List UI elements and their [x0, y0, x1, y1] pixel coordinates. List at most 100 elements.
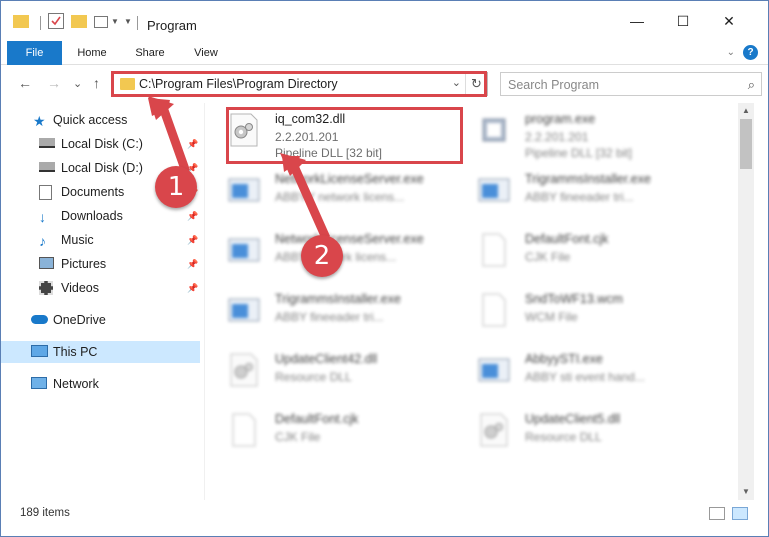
sidebar-item-quick-access[interactable]: ★ Quick access — [1, 109, 201, 131]
cloud-icon — [31, 315, 48, 324]
file-name: AbbyySTI.exe — [525, 352, 603, 366]
help-icon[interactable]: ? — [743, 45, 758, 60]
file-description: ABBY sti event hand... — [525, 370, 645, 384]
file-description: Pipeline DLL [32 bit] — [525, 146, 632, 160]
divider — [40, 16, 41, 30]
sidebar-item-label: Local Disk (C:) — [61, 137, 143, 151]
scroll-thumb[interactable] — [740, 119, 752, 169]
properties-icon[interactable] — [48, 13, 64, 29]
close-button[interactable]: ✕ — [706, 7, 752, 35]
file-description: CJK File — [525, 250, 571, 264]
sidebar-item-label: Documents — [61, 185, 125, 199]
sidebar-item-label: Network — [53, 377, 99, 391]
sidebar-item-label: Downloads — [61, 209, 123, 223]
folder-icon — [13, 15, 29, 28]
sidebar-item-onedrive[interactable]: OneDrive — [1, 309, 201, 331]
pin-icon[interactable]: 📌 — [187, 283, 198, 294]
sidebar-item-local-disk-c[interactable]: Local Disk (C:) 📌 — [1, 133, 201, 155]
network-icon — [31, 377, 47, 389]
file-name: program.exe — [525, 112, 596, 126]
app-window-icon — [228, 178, 260, 202]
tab-file[interactable]: File — [7, 41, 62, 65]
scroll-down-arrow[interactable]: ▼ — [738, 484, 754, 500]
exe-icon — [482, 118, 506, 142]
pin-icon[interactable]: 📌 — [187, 259, 198, 270]
back-button[interactable]: ← — [18, 75, 32, 91]
sidebar-item-label: Music — [61, 233, 94, 247]
new-folder-icon[interactable] — [71, 15, 87, 28]
file-item-sndtowf13-wcm[interactable]: SndToWF13.wcm WCM File — [455, 283, 705, 339]
step-2-badge: 2 — [301, 235, 343, 277]
tab-view[interactable]: View — [181, 41, 231, 65]
drive-icon — [39, 138, 55, 148]
pin-icon[interactable]: 📌 — [187, 235, 198, 246]
file-item-trigrammsinstaller-exe[interactable]: TrigrammsInstaller.exe ABBY fineeader tr… — [205, 283, 455, 339]
pin-icon[interactable]: 📌 — [187, 139, 198, 150]
navigation-pane: ★ Quick access Local Disk (C:) 📌 Local D… — [1, 103, 205, 500]
dll-gear-icon — [480, 413, 508, 447]
sidebar-item-label: Quick access — [53, 113, 128, 127]
file-name: NetworkLicenseServer.exe — [275, 232, 424, 246]
recent-locations-button[interactable]: ⌄ — [73, 77, 82, 90]
sidebar-item-music[interactable]: ♪ Music 📌 — [1, 229, 201, 251]
music-icon: ♪ — [39, 233, 46, 249]
file-description: WCM File — [525, 310, 578, 324]
file-name: TrigrammsInstaller.exe — [275, 292, 401, 306]
file-name: DefaultFont.cjk — [275, 412, 359, 426]
file-item-abbyysti-exe[interactable]: AbbyySTI.exe ABBY sti event hand... — [455, 343, 705, 399]
app-window-icon — [478, 358, 510, 382]
tab-share[interactable]: Share — [123, 41, 177, 65]
file-description: Resource DLL — [525, 430, 602, 444]
app-window-icon — [228, 238, 260, 262]
customize-toolbar-icon[interactable] — [94, 16, 108, 28]
sidebar-item-label: Local Disk (D:) — [61, 161, 143, 175]
tab-home[interactable]: Home — [67, 41, 117, 65]
sidebar-item-label: OneDrive — [53, 313, 106, 327]
computer-icon — [31, 345, 48, 357]
up-button[interactable]: ↑ — [93, 75, 100, 91]
file-description: ABBY fineeader tri... — [525, 190, 634, 204]
app-window-icon — [228, 298, 260, 322]
forward-button[interactable]: → — [47, 75, 61, 91]
file-item-updateclient42-dll[interactable]: UpdateClient42.dll Resource DLL — [205, 343, 455, 399]
sidebar-item-pictures[interactable]: Pictures 📌 — [1, 253, 201, 275]
file-item-updateclient5-dll[interactable]: UpdateClient5.dll Resource DLL — [455, 403, 705, 459]
videos-icon — [39, 281, 53, 295]
large-icons-view-button[interactable] — [732, 507, 748, 520]
window-title: Program — [147, 18, 197, 33]
ribbon-tabs: File Home Share View ⌄ ? — [1, 41, 768, 65]
file-item-program-exe[interactable]: program.exe 2.2.201.201 Pipeline DLL [32… — [455, 103, 705, 160]
file-item-defaultfont-cjk[interactable]: DefaultFont.cjk CJK File — [455, 223, 705, 279]
file-description: Resource DLL — [275, 370, 352, 384]
expand-ribbon-icon[interactable]: ⌄ — [727, 47, 735, 58]
app-window-icon — [478, 178, 510, 202]
search-icon[interactable]: ⌕ — [748, 77, 755, 93]
sidebar-item-videos[interactable]: Videos 📌 — [1, 277, 201, 299]
star-icon: ★ — [33, 113, 46, 129]
sidebar-item-downloads[interactable]: ↓ Downloads 📌 — [1, 205, 201, 227]
scroll-up-arrow[interactable]: ▲ — [738, 103, 754, 119]
explorer-window: ▼ ▼ Program — ☐ ✕ File Home Share View ⌄… — [0, 0, 769, 537]
file-item-trigrammsinstaller-exe[interactable]: TrigrammsInstaller.exe ABBY fineeader tr… — [455, 163, 705, 219]
file-description: ABBY fineeader tri... — [275, 310, 384, 324]
search-box[interactable]: Search Program ⌕ — [500, 72, 762, 96]
maximize-button[interactable]: ☐ — [660, 7, 706, 35]
search-input[interactable]: Search Program — [508, 78, 599, 92]
file-item-networklicenseserver-exe[interactable]: NetworkLicenseServer.exe ABBYY network l… — [205, 163, 455, 219]
sidebar-item-network[interactable]: Network — [1, 373, 201, 395]
download-icon: ↓ — [39, 209, 46, 225]
minimize-button[interactable]: — — [614, 7, 660, 35]
blank-file-icon — [232, 413, 256, 447]
file-description: CJK File — [275, 430, 321, 444]
sidebar-item-this-pc[interactable]: This PC — [1, 341, 200, 363]
vertical-scrollbar[interactable]: ▲ ▼ — [738, 103, 754, 500]
address-highlight-box — [111, 71, 487, 97]
details-view-button[interactable] — [709, 507, 725, 520]
file-item-defaultfont-cjk[interactable]: DefaultFont.cjk CJK File — [205, 403, 455, 459]
item-count: 189 items — [20, 507, 70, 519]
sidebar-item-label: Pictures — [61, 257, 107, 271]
file-name: DefaultFont.cjk — [525, 232, 609, 246]
file-version: 2.2.201.201 — [525, 130, 589, 144]
title-bar: ▼ ▼ Program — ☐ ✕ — [1, 1, 768, 39]
pin-icon[interactable]: 📌 — [187, 211, 198, 222]
